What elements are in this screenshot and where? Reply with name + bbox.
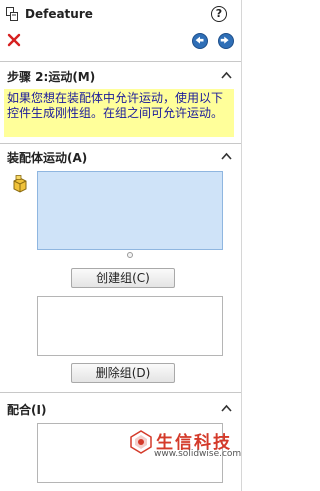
page-title: Defeature — [25, 7, 93, 21]
resize-handle[interactable] — [127, 252, 133, 258]
component-icon — [13, 175, 27, 193]
title-bar: Defeature ? — [0, 0, 242, 30]
defeature-icon — [6, 7, 18, 21]
mates-header[interactable]: 配合(I) — [0, 401, 241, 419]
section-title: 步骤 2:运动(M) — [7, 70, 96, 84]
chevron-up-icon[interactable] — [221, 152, 232, 160]
back-button[interactable] — [192, 33, 208, 49]
divider — [0, 143, 241, 144]
create-group-button[interactable]: 创建组(C) — [71, 268, 175, 288]
delete-group-button[interactable]: 删除组(D) — [71, 363, 175, 383]
watermark: 生信科技 www.solidwise.com — [126, 427, 242, 467]
solidwise-logo-icon — [130, 430, 152, 454]
divider — [0, 61, 241, 62]
arrow-left-icon — [195, 36, 204, 44]
assembly-motion-header[interactable]: 装配体运动(A) — [0, 149, 241, 167]
chevron-up-icon[interactable] — [221, 404, 232, 412]
chevron-up-icon[interactable] — [221, 71, 232, 79]
arrow-right-icon — [220, 36, 229, 44]
property-manager-panel: Defeature ? 步骤 2:运动(M) 如果您想在装配体中允许运动，使用以… — [0, 0, 242, 491]
component-selection-list[interactable] — [37, 171, 223, 250]
watermark-url: www.solidwise.com — [154, 449, 242, 459]
step-section-header[interactable]: 步骤 2:运动(M) — [0, 68, 241, 86]
divider — [0, 392, 241, 393]
close-icon[interactable] — [6, 32, 22, 48]
section-title: 装配体运动(A) — [7, 151, 88, 165]
section-title: 配合(I) — [7, 403, 47, 417]
action-row — [0, 30, 242, 54]
help-button[interactable]: ? — [211, 6, 227, 22]
next-button[interactable] — [218, 33, 234, 49]
step-message: 如果您想在装配体中允许运动，使用以下控件生成刚性组。在组之间可允许运动。 — [4, 89, 234, 137]
groups-list[interactable] — [37, 296, 223, 356]
